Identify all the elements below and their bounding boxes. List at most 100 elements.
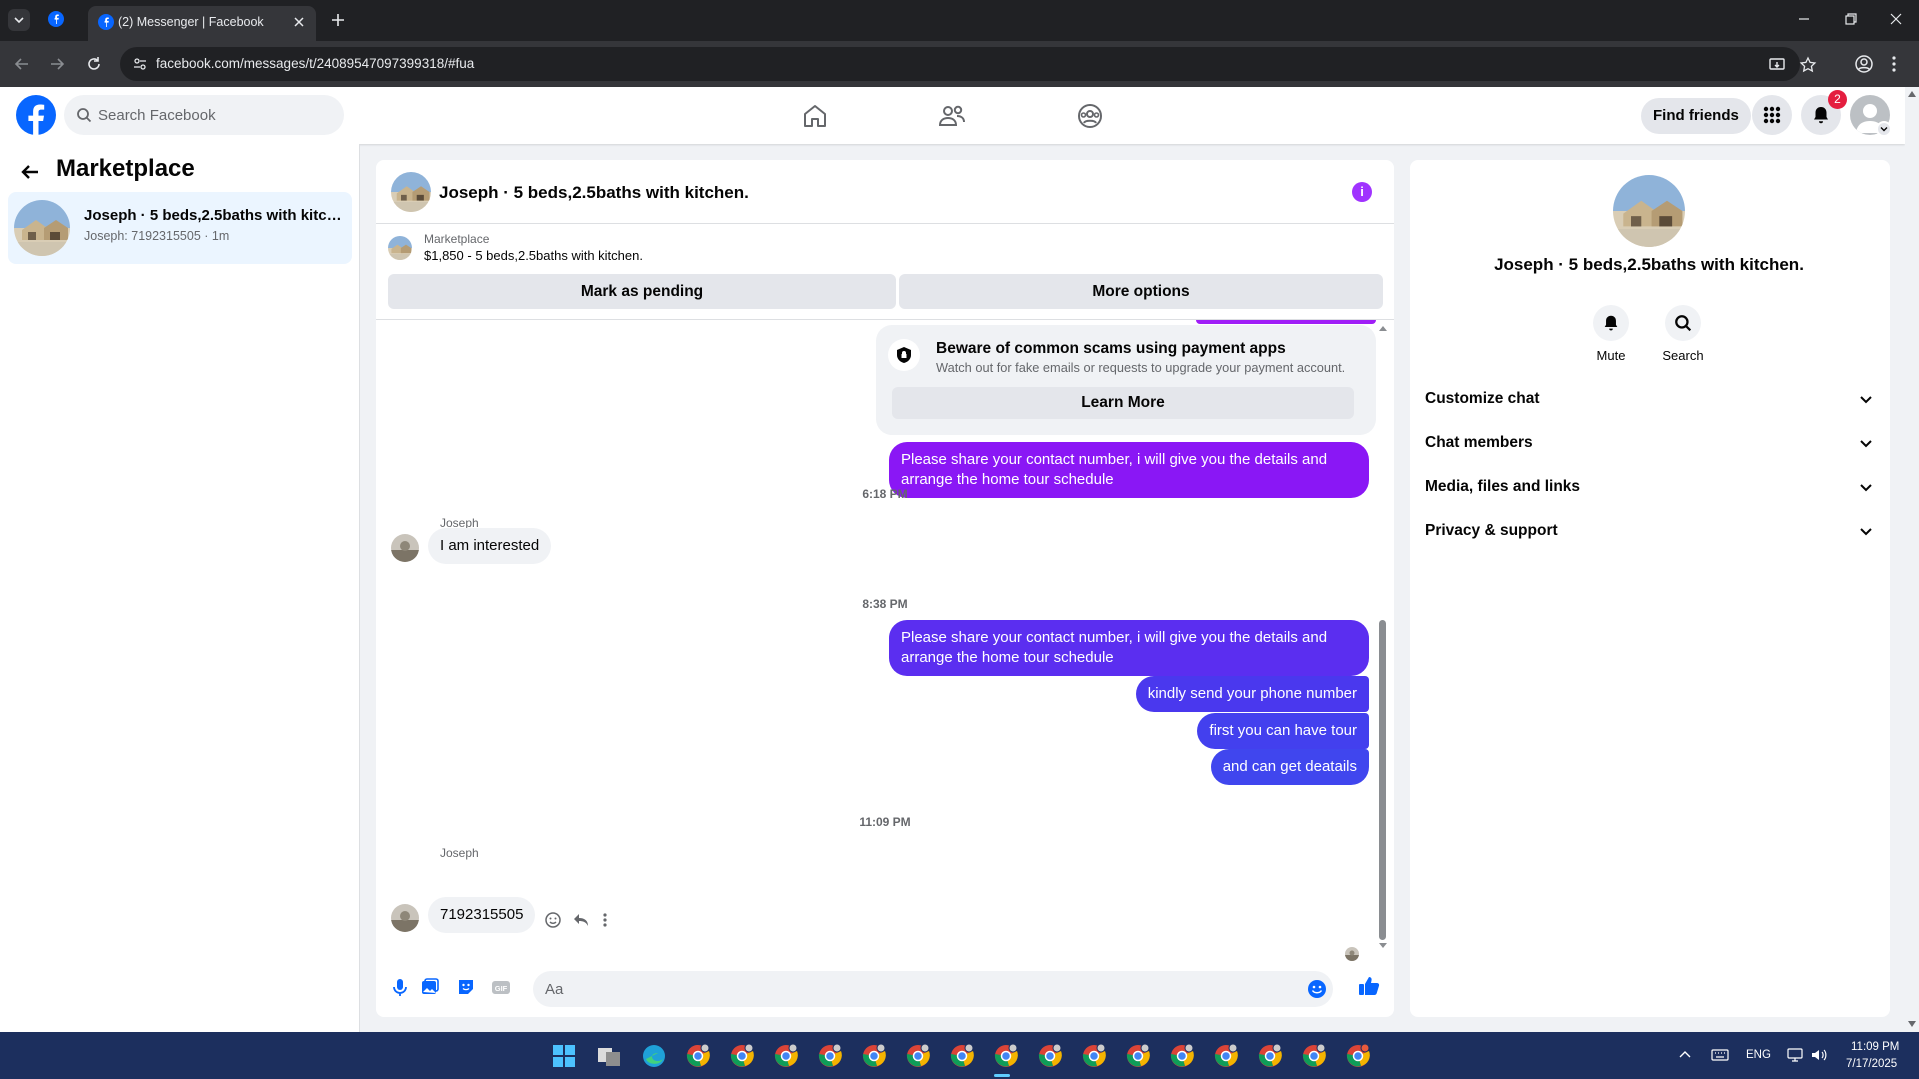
profile-icon[interactable] [1854, 54, 1874, 74]
sticker-icon[interactable] [456, 977, 476, 997]
outgoing-message[interactable]: first you can have tour [1197, 713, 1369, 749]
message-thread[interactable]: Beware of common scams using payment app… [376, 320, 1394, 961]
search-icon [1675, 315, 1692, 332]
pinned-facebook-tab[interactable] [48, 11, 64, 27]
sender-avatar[interactable] [391, 904, 419, 932]
chevron-up-icon[interactable] [1677, 1047, 1693, 1063]
back-arrow-icon[interactable] [20, 162, 40, 182]
privacy-support-section[interactable]: Privacy & support [1410, 510, 1888, 554]
home-icon[interactable] [800, 101, 830, 131]
outgoing-message[interactable]: and can get deatails [1210, 749, 1369, 785]
emoji-icon[interactable] [1307, 979, 1327, 999]
learn-more-button[interactable]: Learn More [892, 387, 1354, 419]
chat-header: Joseph · 5 beds,2.5baths with kitchen. i [376, 160, 1394, 224]
outgoing-message[interactable]: Please share your contact number, i will… [889, 620, 1369, 676]
plus-icon [332, 14, 344, 26]
chrome-profile-icon[interactable] [1168, 1042, 1196, 1070]
edge-browser-icon[interactable] [640, 1042, 668, 1070]
sender-avatar[interactable] [391, 534, 419, 562]
chat-thumbnail[interactable] [391, 172, 431, 212]
task-view-icon[interactable] [595, 1042, 623, 1070]
profile-photo-icon [391, 534, 419, 562]
chat-members-section[interactable]: Chat members [1410, 422, 1888, 466]
photo-icon[interactable] [420, 977, 440, 997]
clock-date[interactable]: 7/17/2025 [1846, 1058, 1897, 1070]
mute-action[interactable]: Mute [1581, 305, 1641, 363]
page-scrollbar[interactable] [1905, 87, 1919, 1032]
mark-as-pending-button[interactable]: Mark as pending [388, 274, 896, 309]
more-options-button[interactable]: More options [899, 274, 1383, 309]
chrome-profile-icon[interactable] [1344, 1042, 1372, 1070]
previous-bubble-edge [1196, 320, 1376, 324]
customize-chat-section[interactable]: Customize chat [1410, 378, 1888, 422]
chat-title[interactable]: Joseph · 5 beds,2.5baths with kitchen. [439, 183, 749, 203]
restore-button[interactable] [1844, 12, 1858, 26]
gif-icon[interactable]: GIF [491, 977, 511, 997]
sender-name: Joseph [440, 846, 479, 860]
menu-button[interactable] [1752, 95, 1792, 135]
reload-icon[interactable] [85, 55, 103, 73]
friends-icon[interactable] [937, 101, 967, 131]
search-action[interactable]: Search [1653, 305, 1713, 363]
network-icon[interactable] [1786, 1046, 1804, 1064]
volume-icon[interactable] [1810, 1046, 1828, 1064]
more-actions-icon[interactable] [601, 911, 609, 929]
media-files-links-section[interactable]: Media, files and links [1410, 466, 1888, 510]
chrome-profile-icon[interactable] [1036, 1042, 1064, 1070]
like-thumbs-up-icon[interactable] [1358, 975, 1380, 997]
language-indicator[interactable]: ENG [1746, 1049, 1771, 1061]
groups-icon[interactable] [1075, 101, 1105, 131]
outgoing-message[interactable]: kindly send your phone number [1135, 676, 1369, 712]
tab-close-button[interactable] [290, 13, 308, 31]
account-menu-caret[interactable] [1876, 121, 1892, 137]
chrome-profile-icon-active[interactable] [992, 1042, 1020, 1070]
timestamp: 8:38 PM [862, 597, 908, 611]
chrome-profile-icon[interactable] [948, 1042, 976, 1070]
chrome-profile-icon[interactable] [860, 1042, 888, 1070]
chrome-profile-icon[interactable] [1212, 1042, 1240, 1070]
incoming-message[interactable]: I am interested [428, 528, 552, 564]
install-app-icon[interactable] [1768, 56, 1786, 74]
info-icon[interactable]: i [1352, 182, 1372, 202]
chrome-profile-icon[interactable] [1080, 1042, 1108, 1070]
react-emoji-icon[interactable] [544, 911, 562, 929]
chrome-profile-icon[interactable] [1256, 1042, 1284, 1070]
keyboard-icon[interactable] [1711, 1046, 1729, 1064]
chrome-profile-icon[interactable] [1124, 1042, 1152, 1070]
chrome-profile-icon[interactable] [684, 1042, 712, 1070]
clock-time[interactable]: 11:09 PM [1851, 1041, 1899, 1053]
section-label: Media, files and links [1425, 478, 1581, 495]
microphone-icon[interactable] [390, 977, 410, 997]
facebook-header: Find friends 2 [0, 87, 1905, 144]
active-tab[interactable]: (2) Messenger | Facebook [88, 6, 316, 41]
read-receipt-avatar [1345, 947, 1359, 961]
chrome-profile-icon[interactable] [1300, 1042, 1328, 1070]
close-window-button[interactable] [1889, 12, 1903, 26]
chrome-profile-icon[interactable] [772, 1042, 800, 1070]
scrollbar-thumb[interactable] [1379, 620, 1386, 940]
search-input[interactable] [98, 95, 328, 135]
chrome-profile-icon[interactable] [816, 1042, 844, 1070]
address-bar[interactable]: facebook.com/messages/t/2408954709739931… [120, 47, 1817, 81]
message-input[interactable] [545, 971, 1295, 1007]
section-label: Privacy & support [1425, 522, 1558, 539]
menu-kebab-icon[interactable] [1890, 54, 1898, 74]
bookmark-star-icon[interactable] [1799, 56, 1817, 74]
tab-list-button[interactable] [8, 9, 30, 31]
details-thumbnail[interactable] [1613, 175, 1685, 247]
conversation-item[interactable]: Joseph · 5 beds,2.5baths with kitch... J… [8, 192, 352, 264]
facebook-logo-icon[interactable] [16, 95, 56, 135]
listing-price-title[interactable]: $1,850 - 5 beds,2.5baths with kitchen. [424, 248, 643, 263]
new-tab-button[interactable] [328, 10, 348, 30]
find-friends-button[interactable]: Find friends [1641, 98, 1751, 134]
forward-arrow-icon[interactable] [48, 55, 66, 73]
windows-start-icon[interactable] [550, 1042, 578, 1070]
chrome-profile-icon[interactable] [728, 1042, 756, 1070]
message-input-container[interactable] [533, 971, 1333, 1007]
chrome-profile-icon[interactable] [904, 1042, 932, 1070]
back-arrow-icon[interactable] [13, 55, 31, 73]
facebook-search[interactable] [64, 95, 344, 135]
minimize-button[interactable] [1797, 12, 1811, 26]
reply-icon[interactable] [572, 911, 590, 929]
incoming-message[interactable]: 7192315505 [428, 897, 536, 933]
